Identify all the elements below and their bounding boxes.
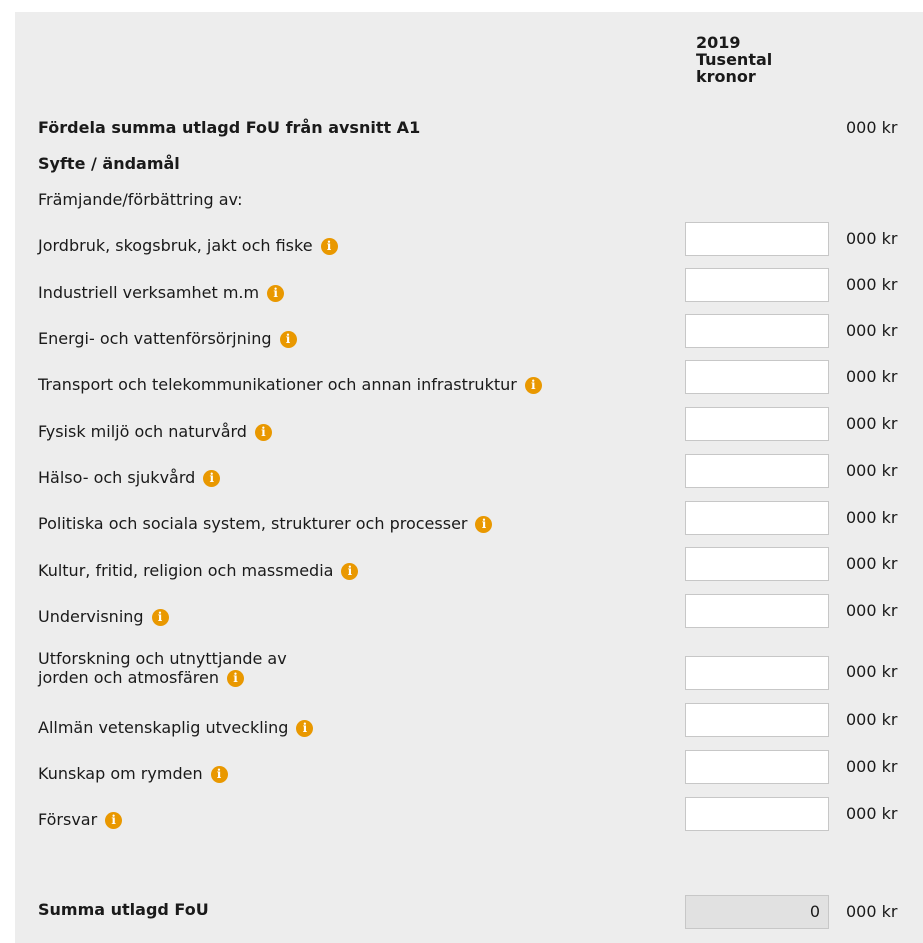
row-label-fysisk-miljo: Fysisk miljö och naturvård i — [38, 422, 272, 441]
info-icon[interactable]: i — [254, 424, 272, 441]
unit-label: 000 kr — [846, 554, 898, 573]
row-label-text: Jordbruk, skogsbruk, jakt och fiske — [38, 236, 313, 255]
input-fysisk-miljo[interactable] — [685, 407, 829, 441]
info-icon[interactable]: i — [320, 238, 338, 255]
input-allman-vetenskaplig[interactable] — [685, 703, 829, 737]
unit-label: 000 kr — [846, 804, 898, 823]
info-icon[interactable]: i — [296, 720, 314, 737]
unit-label: 000 kr — [846, 367, 898, 386]
row-label-text: Försvar — [38, 810, 98, 829]
info-icon[interactable]: i — [267, 285, 285, 302]
row-label-energi: Energi- och vattenförsörjning i — [38, 329, 297, 348]
row-label-text: jorden och atmosfären — [38, 668, 220, 687]
info-icon[interactable]: i — [341, 563, 359, 580]
input-halso[interactable] — [685, 454, 829, 488]
unit-label: 000 kr — [846, 508, 898, 527]
info-icon[interactable]: i — [279, 331, 297, 348]
row-label-jordbruk: Jordbruk, skogsbruk, jakt och fiske i — [38, 236, 338, 255]
info-icon[interactable]: i — [227, 670, 245, 687]
row-label-forsvar: Försvar i — [38, 810, 123, 829]
unit-label: 000 kr — [846, 461, 898, 480]
sum-unit: 000 kr — [846, 902, 898, 921]
column-header-unit-line2: kronor — [696, 67, 756, 86]
info-icon[interactable]: i — [151, 609, 169, 626]
column-header-year: 2019 — [696, 33, 741, 52]
input-rymden[interactable] — [685, 750, 829, 784]
unit-label: 000 kr — [846, 662, 898, 681]
unit-label: 000 kr — [846, 229, 898, 248]
info-icon[interactable]: i — [210, 766, 228, 783]
sum-label: Summa utlagd FoU — [38, 900, 209, 919]
row-label-text: Undervisning — [38, 607, 144, 626]
row-label-transport: Transport och telekommunikationer och an… — [38, 375, 542, 394]
subtitle: Syfte / ändamål — [38, 154, 180, 173]
unit-label: 000 kr — [846, 601, 898, 620]
row-label-undervisning: Undervisning i — [38, 607, 169, 626]
info-icon[interactable]: i — [524, 377, 542, 394]
row-label-text: Energi- och vattenförsörjning — [38, 329, 272, 348]
info-icon[interactable]: i — [475, 516, 493, 533]
row-label-kultur: Kultur, fritid, religion och massmedia i — [38, 561, 359, 580]
row-label-text: Fysisk miljö och naturvård — [38, 422, 247, 441]
input-energi[interactable] — [685, 314, 829, 348]
input-forsvar[interactable] — [685, 797, 829, 831]
row-label-text: Industriell verksamhet m.m — [38, 283, 260, 302]
section-title: Fördela summa utlagd FoU från avsnitt A1 — [38, 118, 421, 137]
input-transport[interactable] — [685, 360, 829, 394]
unit-label: 000 kr — [846, 757, 898, 776]
row-label-text: Hälso- och sjukvård — [38, 468, 196, 487]
intro-text: Främjande/förbättring av: — [38, 190, 243, 209]
unit-label: 000 kr — [846, 710, 898, 729]
section-unit: 000 kr — [846, 118, 898, 137]
row-label-halso: Hälso- och sjukvård i — [38, 468, 221, 487]
row-label-allman-vetenskaplig: Allmän vetenskaplig utveckling i — [38, 718, 314, 737]
row-label-text: Kultur, fritid, religion och massmedia — [38, 561, 334, 580]
unit-label: 000 kr — [846, 321, 898, 340]
info-icon[interactable]: i — [203, 470, 221, 487]
sum-field: 0 — [685, 895, 829, 929]
input-kultur[interactable] — [685, 547, 829, 581]
row-label-text: Transport och telekommunikationer och an… — [38, 375, 517, 394]
column-header-unit-line1: Tusental — [696, 50, 773, 69]
input-utforskning[interactable] — [685, 656, 829, 690]
row-label-text: Politiska och sociala system, strukturer… — [38, 514, 468, 533]
unit-label: 000 kr — [846, 414, 898, 433]
input-politiska[interactable] — [685, 501, 829, 535]
row-label-text: Allmän vetenskaplig utveckling — [38, 718, 289, 737]
row-label-utforskning-line2: jorden och atmosfären i — [38, 668, 245, 687]
row-label-utforskning-line1: Utforskning och utnyttjande av — [38, 649, 287, 668]
unit-label: 000 kr — [846, 275, 898, 294]
info-icon[interactable]: i — [105, 812, 123, 829]
row-label-industriell: Industriell verksamhet m.m i — [38, 283, 285, 302]
row-label-text: Kunskap om rymden — [38, 764, 203, 783]
row-label-politiska: Politiska och sociala system, strukturer… — [38, 514, 493, 533]
input-jordbruk[interactable] — [685, 222, 829, 256]
row-label-rymden: Kunskap om rymden i — [38, 764, 228, 783]
input-industriell[interactable] — [685, 268, 829, 302]
input-undervisning[interactable] — [685, 594, 829, 628]
